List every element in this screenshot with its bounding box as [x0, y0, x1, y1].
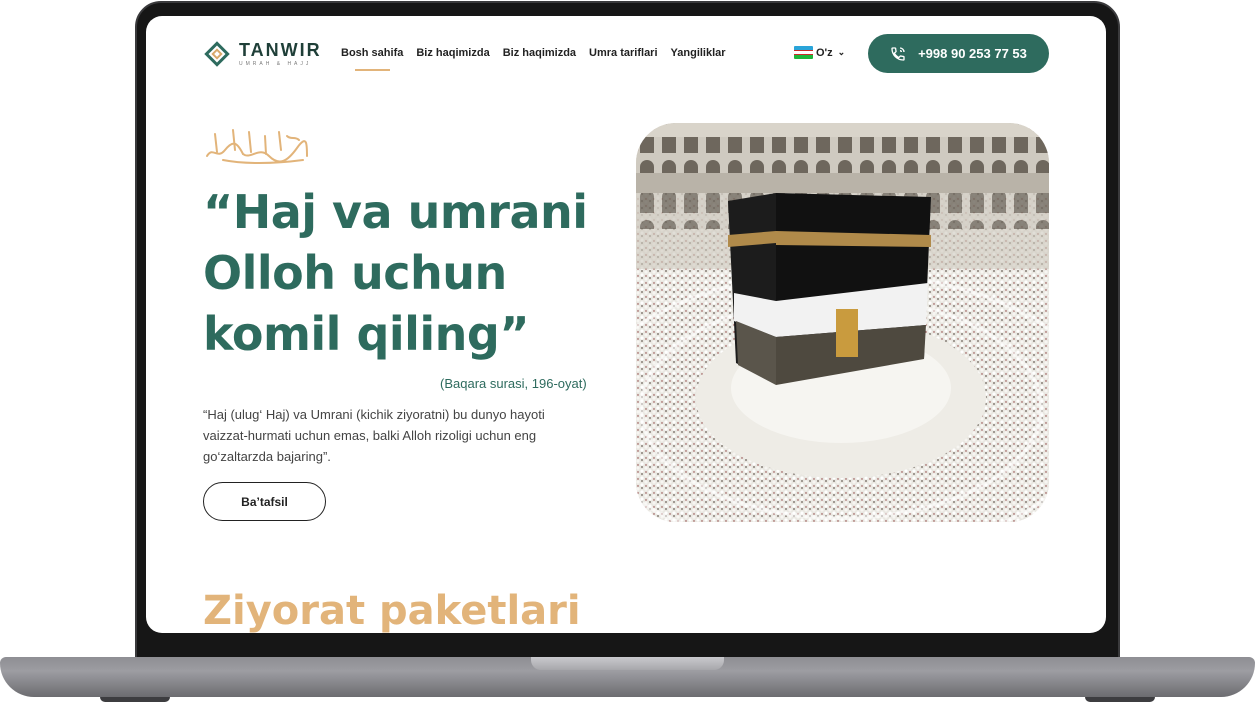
laptop-foot	[1085, 697, 1155, 702]
nav-item-about-2[interactable]: Biz haqimizda	[503, 47, 576, 59]
more-button[interactable]: Ba’tafsil	[203, 482, 326, 521]
language-selector[interactable]: O'z ⌄	[794, 46, 845, 59]
nav-item-umrah-tariffs[interactable]: Umra tariflari	[589, 47, 657, 59]
nav-item-home[interactable]: Bosh sahifa	[341, 47, 403, 71]
hero-title: “Haj va umrani Olloh uchun komil qiling”	[203, 185, 588, 361]
logo-mark-icon	[203, 40, 231, 68]
nav-item-about[interactable]: Biz haqimizda	[416, 47, 489, 59]
verse-source: (Baqara surasi, 196-oyat)	[440, 376, 587, 391]
logo-subtitle: UMRAH & HAJJ	[239, 61, 312, 67]
packages-section-title: Ziyorat paketlari	[203, 588, 581, 633]
logo-title: TANWIR	[239, 40, 322, 60]
laptop-foot	[100, 697, 170, 702]
phone-button[interactable]: +998 90 253 77 53	[868, 34, 1049, 73]
browser-screen: TANWIR UMRAH & HAJJ Bosh sahifa Biz haqi…	[146, 16, 1106, 633]
laptop-notch	[531, 657, 724, 670]
chevron-down-icon: ⌄	[837, 47, 846, 57]
language-label: O'z	[816, 46, 833, 59]
kaaba-image	[636, 123, 1049, 522]
uzbekistan-flag-icon	[794, 46, 813, 59]
nav-item-news[interactable]: Yangiliklar	[671, 47, 726, 59]
site-logo[interactable]: TANWIR UMRAH & HAJJ	[203, 40, 322, 68]
hero-description: “Haj (ulug‘ Haj) va Umrani (kichik ziyor…	[203, 407, 545, 464]
main-nav: Bosh sahifa Biz haqimizda Biz haqimizda …	[341, 47, 726, 71]
phone-number: +998 90 253 77 53	[918, 46, 1027, 61]
phone-icon	[891, 46, 905, 61]
bismillah-calligraphy-icon	[206, 129, 308, 164]
